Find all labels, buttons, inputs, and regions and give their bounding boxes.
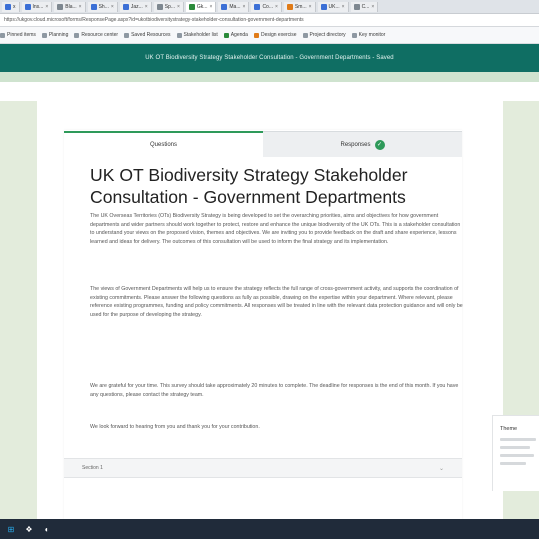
browser-tab[interactable]: Ma... × xyxy=(218,1,250,12)
browser-tab-active[interactable]: Gk... × xyxy=(185,1,217,12)
task-view-icon[interactable]: ❖ xyxy=(24,524,34,534)
form-header-title[interactable]: UK OT Biodiversity Strategy Stakeholder … xyxy=(145,55,394,61)
browser-tab-strip: x Ins... × Bla... × Sh... × Jaz... × Sp... × … xyxy=(0,0,539,14)
bookmark-item[interactable]: Agenda xyxy=(223,32,248,38)
tab-favicon-icon xyxy=(353,3,360,10)
tab-responses-label: Responses xyxy=(340,141,371,148)
bookmark-icon xyxy=(41,32,47,38)
header-divider xyxy=(0,72,539,82)
form-tab-bar: Questions Responses ✓ xyxy=(64,131,462,157)
left-side-panel xyxy=(0,82,37,519)
edge-browser-icon[interactable]: ◐ xyxy=(42,524,52,534)
bookmark-icon xyxy=(176,32,182,38)
theme-option[interactable] xyxy=(500,446,530,449)
address-bar[interactable]: https://ukgov.cloud.microsoft/forms/Resp… xyxy=(0,14,539,27)
close-tab-icon[interactable]: × xyxy=(342,4,345,10)
browser-tab[interactable]: UK... × xyxy=(317,1,349,12)
intro-paragraph: We are grateful for your time. This surv… xyxy=(90,383,459,398)
bookmark-item[interactable]: Key monitor xyxy=(351,32,385,38)
tab-favicon-icon xyxy=(5,3,11,10)
bookmark-item[interactable]: Planning xyxy=(41,32,68,38)
close-tab-icon[interactable]: × xyxy=(243,4,246,10)
browser-tab[interactable]: Sh... × xyxy=(87,1,118,12)
theme-option[interactable] xyxy=(500,454,534,457)
browser-tab[interactable]: Jaz... × xyxy=(119,1,152,12)
browser-tab[interactable]: C... × xyxy=(350,1,379,12)
theme-option[interactable] xyxy=(500,438,536,441)
intro-paragraph: The UK Overseas Territories (OTs) Biodiv… xyxy=(90,213,461,245)
section-dropdown[interactable]: Section 1 ⌄ xyxy=(64,458,462,478)
close-tab-icon[interactable]: × xyxy=(177,4,180,10)
windows-taskbar: ⊞ ❖ ◐ xyxy=(0,519,539,539)
bookmark-icon xyxy=(0,32,5,38)
tab-favicon-icon xyxy=(57,3,64,10)
close-tab-icon[interactable]: × xyxy=(111,4,114,10)
browser-tab[interactable]: Sp... × xyxy=(153,1,184,12)
tab-questions[interactable]: Questions xyxy=(64,131,263,157)
close-tab-icon[interactable]: × xyxy=(209,4,212,10)
theme-panel-title: Theme xyxy=(500,426,518,432)
theme-panel[interactable]: Theme xyxy=(492,415,539,491)
chevron-down-icon: ⌄ xyxy=(438,465,444,472)
tab-favicon-icon xyxy=(221,3,228,10)
close-tab-icon[interactable]: × xyxy=(309,4,312,10)
bookmark-icon xyxy=(253,32,259,38)
tab-favicon-icon xyxy=(286,3,293,10)
browser-tab[interactable]: Bla... × xyxy=(54,1,86,12)
bookmark-item[interactable]: Design exercise xyxy=(253,32,297,38)
browser-tab[interactable]: Sm... × xyxy=(283,1,316,12)
intro-paragraph: We look forward to hearing from you and … xyxy=(90,424,260,430)
bookmark-item[interactable]: Pinned items xyxy=(0,32,36,38)
tab-responses[interactable]: Responses ✓ xyxy=(263,131,462,157)
tab-favicon-icon xyxy=(122,3,129,10)
bookmark-item[interactable]: Saved Resources xyxy=(124,32,171,38)
tab-favicon-icon xyxy=(24,3,31,10)
close-tab-icon[interactable]: × xyxy=(275,4,278,10)
close-tab-icon[interactable]: × xyxy=(79,4,82,10)
browser-tab[interactable]: Co... × xyxy=(251,1,282,12)
url-text[interactable]: https://ukgov.cloud.microsoft/forms/Resp… xyxy=(0,17,304,23)
bookmark-icon xyxy=(302,32,308,38)
bookmarks-bar: Pinned items Planning Resource center Sa… xyxy=(0,27,539,44)
bookmark-item[interactable]: Stakeholder list xyxy=(176,32,218,38)
tab-favicon-icon xyxy=(320,3,327,10)
bookmark-icon xyxy=(74,32,80,38)
forms-header-bar: UK OT Biodiversity Strategy Stakeholder … xyxy=(0,44,539,72)
bookmark-item[interactable]: Project directory xyxy=(302,32,346,38)
close-tab-icon[interactable]: × xyxy=(45,4,48,10)
responses-check-icon: ✓ xyxy=(374,139,385,150)
close-tab-icon[interactable]: × xyxy=(145,4,148,10)
close-tab-icon[interactable]: × xyxy=(371,4,374,10)
bookmark-icon xyxy=(124,32,130,38)
intro-paragraph: The views of Government Departments will… xyxy=(90,286,463,318)
toolbar-area xyxy=(0,82,539,101)
bookmark-item[interactable]: Resource center xyxy=(74,32,118,38)
bookmark-icon xyxy=(223,32,229,38)
tab-favicon-icon xyxy=(188,3,195,10)
windows-start-icon[interactable]: ⊞ xyxy=(6,524,16,534)
tab-favicon-icon xyxy=(90,3,97,10)
theme-option[interactable] xyxy=(500,462,526,465)
tab-questions-label: Questions xyxy=(149,142,177,148)
tab-favicon-icon xyxy=(254,3,261,10)
tab-favicon-icon xyxy=(156,3,163,10)
section-dropdown-label: Section 1 xyxy=(82,465,103,471)
bookmark-icon xyxy=(351,32,357,38)
browser-tab[interactable]: x xyxy=(2,1,20,12)
form-title: UK OT Biodiversity Strategy Stakeholder … xyxy=(90,165,408,207)
browser-tab[interactable]: Ins... × xyxy=(21,1,53,12)
